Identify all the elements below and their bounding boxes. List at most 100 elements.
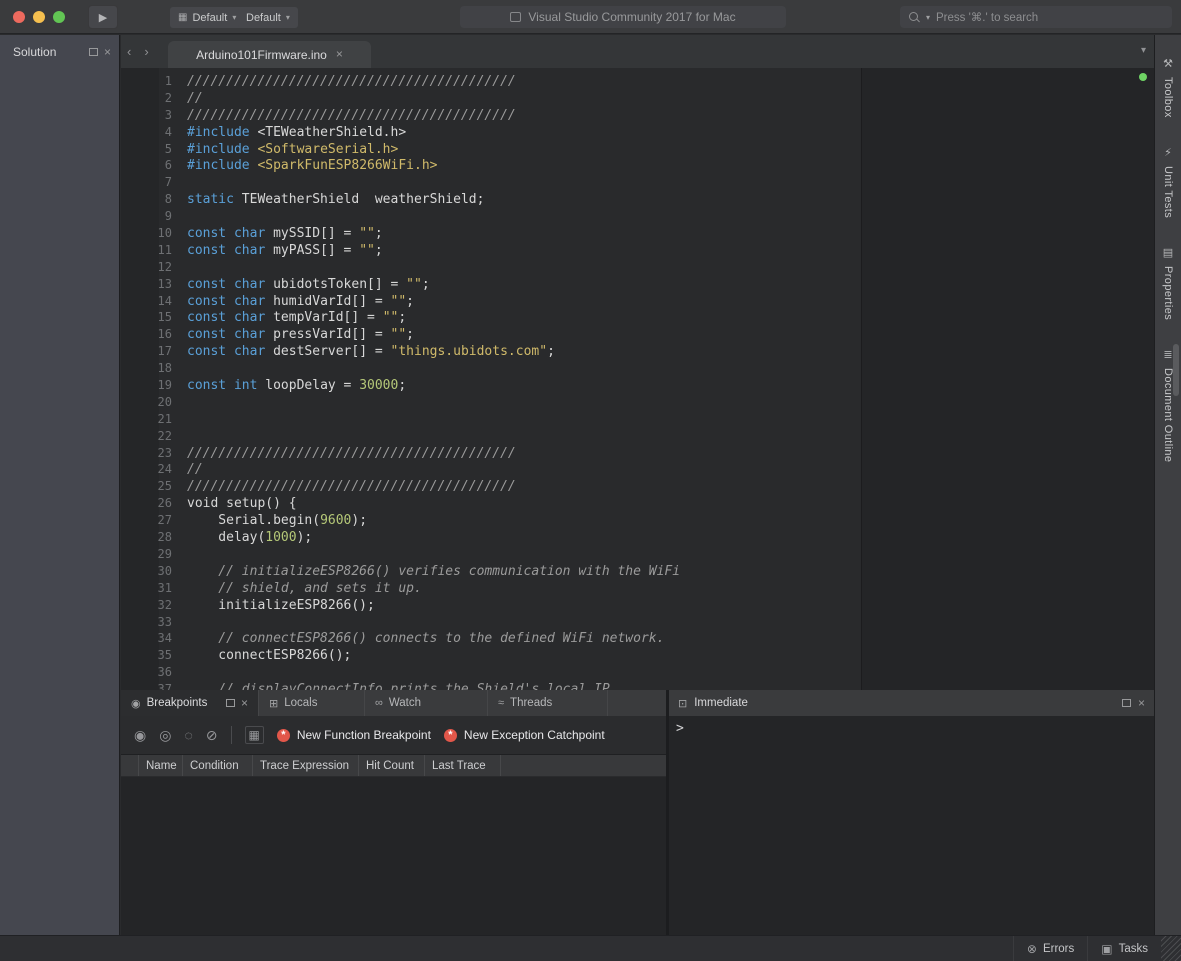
code-text: ////////////////////////////////////////… xyxy=(180,479,516,496)
tab-breakpoints[interactable]: ◉ Breakpoints × xyxy=(121,690,259,716)
tab-overflow-chevron-icon[interactable]: ▾ xyxy=(1141,45,1146,56)
dock-icon[interactable] xyxy=(89,48,98,56)
code-line[interactable]: 15const char tempVarId[] = ""; xyxy=(121,309,1154,326)
breakpoints-column-headers: Name Condition Trace Expression Hit Coun… xyxy=(121,755,666,777)
remove-breakpoint-icon[interactable]: ⊘ xyxy=(206,727,218,744)
search-box[interactable]: ▾ Press '⌘.' to search xyxy=(900,6,1172,28)
code-lines: 1///////////////////////////////////////… xyxy=(121,68,1154,690)
code-line[interactable]: 32 initializeESP8266(); xyxy=(121,597,1154,614)
code-line[interactable]: 33 xyxy=(121,614,1154,631)
nav-forward-icon[interactable]: › xyxy=(144,44,148,59)
sidebar-tab-unit-tests[interactable]: ⚡ Unit Tests xyxy=(1162,146,1174,218)
new-function-breakpoint-button[interactable]: * New Function Breakpoint xyxy=(277,728,431,742)
sidebar-tab-properties[interactable]: ▤ Properties xyxy=(1162,246,1174,320)
column-hit-count[interactable]: Hit Count xyxy=(359,755,425,776)
line-number: 18 xyxy=(121,360,180,377)
code-line[interactable]: 7 xyxy=(121,174,1154,191)
sidebar-tab-toolbox[interactable]: ⚒ Toolbox xyxy=(1162,57,1174,118)
code-line[interactable]: 21 xyxy=(121,411,1154,428)
disable-breakpoint-icon[interactable]: ◌ xyxy=(184,727,192,743)
code-line[interactable]: 1///////////////////////////////////////… xyxy=(121,73,1154,90)
code-line[interactable]: 23//////////////////////////////////////… xyxy=(121,445,1154,462)
column-name[interactable]: Name xyxy=(139,755,183,776)
code-text: // displayConnectInfo prints the Shield'… xyxy=(180,682,610,690)
column-condition[interactable]: Condition xyxy=(183,755,253,776)
code-line[interactable]: 25//////////////////////////////////////… xyxy=(121,478,1154,495)
window-title-pill: Visual Studio Community 2017 for Mac xyxy=(460,6,786,28)
code-line[interactable]: 16const char pressVarId[] = ""; xyxy=(121,326,1154,343)
analysis-status-dot xyxy=(1139,73,1147,81)
tab-locals[interactable]: ⊞ Locals xyxy=(259,690,365,716)
run-button[interactable]: ▶ xyxy=(88,5,118,29)
code-line[interactable]: 13const char ubidotsToken[] = ""; xyxy=(121,276,1154,293)
line-number: 20 xyxy=(121,394,180,411)
line-number: 25 xyxy=(121,478,180,495)
scrollbar-thumb[interactable] xyxy=(1173,344,1179,396)
breakpoints-list-empty[interactable] xyxy=(121,777,666,935)
document-tab[interactable]: Arduino101Firmware.ino × xyxy=(168,41,371,68)
configuration-dropdown[interactable]: ▦ Default ▾ xyxy=(170,7,244,28)
immediate-console[interactable]: > xyxy=(669,716,1154,935)
column-trace-expression[interactable]: Trace Expression xyxy=(253,755,359,776)
resize-grip[interactable] xyxy=(1161,936,1181,961)
code-line[interactable]: 18 xyxy=(121,360,1154,377)
tab-threads[interactable]: ≈ Threads xyxy=(488,690,608,716)
code-line[interactable]: 3///////////////////////////////////////… xyxy=(121,107,1154,124)
code-line[interactable]: 4#include <TEWeatherShield.h> xyxy=(121,124,1154,141)
run-target-dropdown[interactable]: Default ▾ xyxy=(238,7,298,28)
tasks-button[interactable]: ▣ Tasks xyxy=(1088,936,1161,961)
play-icon: ▶ xyxy=(99,11,107,24)
code-line[interactable]: 34 // connectESP8266() connects to the d… xyxy=(121,630,1154,647)
code-line[interactable]: 30 // initializeESP8266() verifies commu… xyxy=(121,563,1154,580)
breakpoint-properties-icon[interactable]: ▦ xyxy=(245,726,264,744)
sidebar-tab-label: Toolbox xyxy=(1162,77,1174,118)
minimize-window-button[interactable] xyxy=(33,11,45,23)
code-line[interactable]: 14const char humidVarId[] = ""; xyxy=(121,293,1154,310)
dock-icon[interactable] xyxy=(226,699,235,707)
line-number: 8 xyxy=(121,191,180,208)
edit-breakpoint-icon[interactable]: ◎ xyxy=(159,727,171,744)
column-filler xyxy=(501,755,666,776)
code-line[interactable]: 27 Serial.begin(9600); xyxy=(121,512,1154,529)
code-line[interactable]: 29 xyxy=(121,546,1154,563)
code-line[interactable]: 31 // shield, and sets it up. xyxy=(121,580,1154,597)
code-line[interactable]: 24// xyxy=(121,461,1154,478)
new-exception-catchpoint-button[interactable]: * New Exception Catchpoint xyxy=(444,728,605,742)
code-line[interactable]: 8static TEWeatherShield weatherShield; xyxy=(121,191,1154,208)
code-line[interactable]: 9 xyxy=(121,208,1154,225)
enable-breakpoint-icon[interactable]: ◉ xyxy=(134,727,146,744)
nav-back-icon[interactable]: ‹ xyxy=(127,44,131,59)
code-line[interactable]: 12 xyxy=(121,259,1154,276)
code-line[interactable]: 26void setup() { xyxy=(121,495,1154,512)
document-tab-label: Arduino101Firmware.ino xyxy=(196,48,327,62)
close-tab-icon[interactable]: × xyxy=(336,50,343,59)
close-icon[interactable]: × xyxy=(1138,699,1145,708)
code-line[interactable]: 11const char myPASS[] = ""; xyxy=(121,242,1154,259)
code-line[interactable]: 22 xyxy=(121,428,1154,445)
tab-watch[interactable]: ∞ Watch xyxy=(365,690,488,716)
errors-button[interactable]: ⊗ Errors xyxy=(1014,936,1087,961)
close-window-button[interactable] xyxy=(13,11,25,23)
close-icon[interactable]: × xyxy=(104,48,111,57)
code-line[interactable]: 28 delay(1000); xyxy=(121,529,1154,546)
code-line[interactable]: 35 connectESP8266(); xyxy=(121,647,1154,664)
close-icon[interactable]: × xyxy=(241,699,248,708)
breakpoints-panel: ◉ Breakpoints × ⊞ Locals ∞ Watch xyxy=(121,690,666,935)
code-line[interactable]: 6#include <SparkFunESP8266WiFi.h> xyxy=(121,157,1154,174)
right-tool-strip: ⚒ Toolbox ⚡ Unit Tests ▤ Properties ≣ Do… xyxy=(1154,35,1181,935)
bottom-pads: ◉ Breakpoints × ⊞ Locals ∞ Watch xyxy=(121,690,1154,935)
code-line[interactable]: 36 xyxy=(121,664,1154,681)
column-last-trace[interactable]: Last Trace xyxy=(425,755,501,776)
code-line[interactable]: 10const char mySSID[] = ""; xyxy=(121,225,1154,242)
code-line[interactable]: 37 // displayConnectInfo prints the Shie… xyxy=(121,681,1154,690)
code-line[interactable]: 2// xyxy=(121,90,1154,107)
chevron-down-icon: ▾ xyxy=(286,13,290,22)
code-line[interactable]: 5#include <SoftwareSerial.h> xyxy=(121,141,1154,158)
code-line[interactable]: 20 xyxy=(121,394,1154,411)
code-editor[interactable]: 1///////////////////////////////////////… xyxy=(121,68,1154,690)
code-text: #include <SoftwareSerial.h> xyxy=(180,142,398,159)
dock-icon[interactable] xyxy=(1122,699,1131,707)
code-line[interactable]: 19const int loopDelay = 30000; xyxy=(121,377,1154,394)
code-line[interactable]: 17const char destServer[] = "things.ubid… xyxy=(121,343,1154,360)
zoom-window-button[interactable] xyxy=(53,11,65,23)
